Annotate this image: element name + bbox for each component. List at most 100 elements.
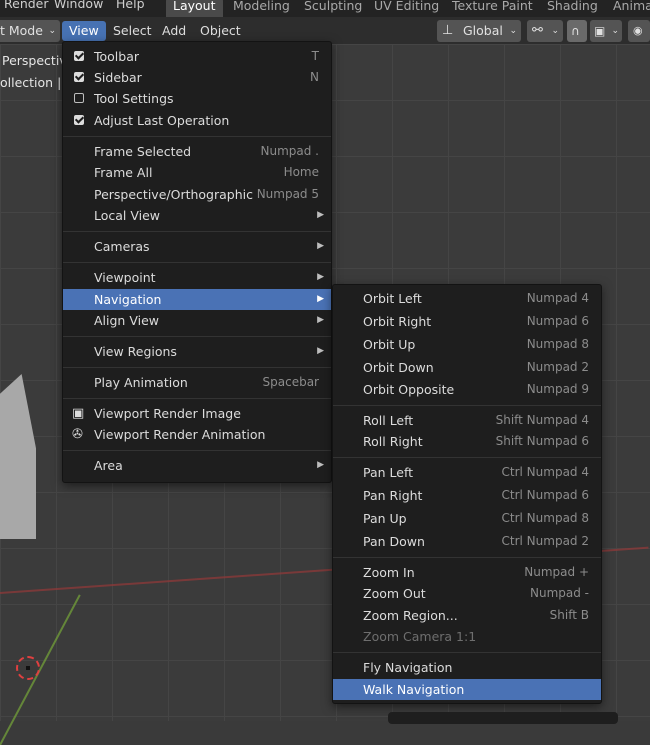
menu-help[interactable]: Help xyxy=(116,0,145,11)
checkbox-checked-icon[interactable] xyxy=(74,51,84,61)
menu-item-tool-settings[interactable]: Tool Settings xyxy=(63,88,331,109)
checkbox-unchecked-icon[interactable] xyxy=(74,93,84,103)
menu-item-label: Play Animation xyxy=(94,375,188,390)
menu-item-viewport-render-image[interactable]: ▣ Viewport Render Image xyxy=(63,403,331,424)
shortcut-label: Numpad 5 xyxy=(256,187,319,201)
transform-orientation-dropdown[interactable]: ⊥ Global ⌄ xyxy=(437,20,521,42)
workspace-tab-uv-editing[interactable]: UV Editing xyxy=(367,0,446,17)
shortcut-label: Shift Numpad 6 xyxy=(495,434,589,448)
menu-item-frame-all[interactable]: Frame All Home xyxy=(63,162,331,183)
object-menu-button[interactable]: Object xyxy=(193,21,248,41)
menu-item-zoom-in[interactable]: Zoom In Numpad + xyxy=(333,562,601,583)
menu-item-view-regions[interactable]: View Regions ▶ xyxy=(63,341,331,362)
menu-item-navigation[interactable]: Navigation ▶ xyxy=(63,289,331,310)
cube-object[interactable] xyxy=(0,374,36,539)
menu-item-label: Zoom In xyxy=(363,565,415,580)
menu-item-label: Frame Selected xyxy=(94,144,192,159)
menu-item-orbit-left[interactable]: Orbit Left Numpad 4 xyxy=(333,288,601,309)
menu-item-roll-right[interactable]: Roll Right Shift Numpad 6 xyxy=(333,431,601,452)
menu-item-label: Fly Navigation xyxy=(363,660,453,675)
viewport-header: t Mode ⌄ View Select Add Object ⊥ Global… xyxy=(0,17,650,44)
menu-item-label: Align View xyxy=(94,313,159,328)
menu-item-label: Orbit Opposite xyxy=(363,382,455,397)
snap-target-dropdown[interactable]: ▣ ⌄ xyxy=(590,20,622,42)
menu-separator xyxy=(63,262,331,263)
mode-label: t Mode xyxy=(0,23,43,38)
workspace-tab-sculpting[interactable]: Sculpting xyxy=(297,0,369,17)
menu-item-label: Pan Right xyxy=(363,488,423,503)
y-axis-line xyxy=(0,594,81,745)
orientation-label: Global xyxy=(463,23,503,38)
menu-item-label: Local View xyxy=(94,208,161,223)
checkbox-checked-icon[interactable] xyxy=(74,115,84,125)
magnet-icon: ∩ xyxy=(571,24,580,38)
menu-item-viewpoint[interactable]: Viewpoint ▶ xyxy=(63,267,331,288)
menu-item-pan-up[interactable]: Pan Up Ctrl Numpad 8 xyxy=(333,508,601,529)
menu-item-orbit-up[interactable]: Orbit Up Numpad 8 xyxy=(333,334,601,355)
orientation-axes-icon: ⊥ xyxy=(442,23,454,38)
menu-item-zoom-out[interactable]: Zoom Out Numpad - xyxy=(333,583,601,604)
chevron-down-icon: ⌄ xyxy=(551,26,559,36)
menu-item-zoom-camera: Zoom Camera 1:1 xyxy=(333,626,601,647)
menu-item-orbit-right[interactable]: Orbit Right Numpad 6 xyxy=(333,311,601,332)
menu-item-label: Pan Down xyxy=(363,534,425,549)
menu-item-label: Sidebar xyxy=(94,70,142,85)
shortcut-label: Spacebar xyxy=(262,375,319,389)
view-menu-button[interactable]: View xyxy=(62,21,106,41)
workspace-tab-texture-paint[interactable]: Texture Paint xyxy=(445,0,540,17)
shortcut-label: Numpad 4 xyxy=(526,291,589,305)
snap-toggle[interactable]: ∩ xyxy=(567,20,587,42)
proportional-editing-toggle[interactable]: ◉ xyxy=(628,20,650,42)
menu-item-label: Orbit Right xyxy=(363,314,432,329)
menu-item-label: Orbit Left xyxy=(363,291,422,306)
workspace-tab-layout[interactable]: Layout xyxy=(166,0,223,17)
menu-separator xyxy=(63,398,331,399)
checkbox-checked-icon[interactable] xyxy=(74,72,84,82)
menu-item-area[interactable]: Area ▶ xyxy=(63,455,331,476)
menu-item-label: Viewport Render Image xyxy=(94,406,241,421)
select-menu-button[interactable]: Select xyxy=(106,21,159,41)
submenu-arrow-icon: ▶ xyxy=(317,346,324,356)
shortcut-label: Numpad + xyxy=(524,565,589,579)
submenu-arrow-icon: ▶ xyxy=(317,241,324,251)
menu-item-pan-left[interactable]: Pan Left Ctrl Numpad 4 xyxy=(333,462,601,483)
workspace-tab-modeling[interactable]: Modeling xyxy=(226,0,297,17)
menu-item-perspective-orthographic[interactable]: Perspective/Orthographic Numpad 5 xyxy=(63,184,331,205)
menu-item-toolbar[interactable]: Toolbar T xyxy=(63,46,331,67)
menu-item-label: Roll Right xyxy=(363,434,423,449)
submenu-arrow-icon: ▶ xyxy=(317,294,324,304)
menu-item-walk-navigation[interactable]: Walk Navigation xyxy=(333,679,601,700)
shortcut-label: Shift Numpad 4 xyxy=(495,413,589,427)
add-menu-button[interactable]: Add xyxy=(155,21,193,41)
menu-item-viewport-render-animation[interactable]: ✇ Viewport Render Animation xyxy=(63,424,331,445)
menu-item-roll-left[interactable]: Roll Left Shift Numpad 4 xyxy=(333,410,601,431)
circle-dot-icon: ◉ xyxy=(633,24,643,37)
menu-render[interactable]: Render xyxy=(4,0,49,11)
menu-window[interactable]: Window xyxy=(54,0,103,11)
menu-item-pan-right[interactable]: Pan Right Ctrl Numpad 6 xyxy=(333,485,601,506)
film-reel-icon: ✇ xyxy=(72,427,83,442)
snap-target-icon: ▣ xyxy=(594,24,606,38)
menu-item-label: Orbit Down xyxy=(363,360,434,375)
menu-item-align-view[interactable]: Align View ▶ xyxy=(63,310,331,331)
menu-item-cameras[interactable]: Cameras ▶ xyxy=(63,236,331,257)
menu-item-fly-navigation[interactable]: Fly Navigation xyxy=(333,657,601,678)
mode-selector[interactable]: t Mode ⌄ xyxy=(0,20,60,42)
menu-item-local-view[interactable]: Local View ▶ xyxy=(63,205,331,226)
menu-item-adjust-last-operation[interactable]: Adjust Last Operation xyxy=(63,110,331,131)
menu-item-pan-down[interactable]: Pan Down Ctrl Numpad 2 xyxy=(333,531,601,552)
3d-cursor-icon[interactable] xyxy=(16,656,40,680)
menu-item-play-animation[interactable]: Play Animation Spacebar xyxy=(63,372,331,393)
menu-separator xyxy=(333,457,601,458)
workspace-tab-animation[interactable]: Animati xyxy=(606,0,650,17)
render-image-icon: ▣ xyxy=(72,406,85,421)
menu-item-label: Toolbar xyxy=(94,49,140,64)
menu-separator xyxy=(63,367,331,368)
menu-item-zoom-region[interactable]: Zoom Region... Shift B xyxy=(333,605,601,626)
pivot-point-dropdown[interactable]: ⚯ ⌄ xyxy=(527,20,563,42)
menu-item-orbit-opposite[interactable]: Orbit Opposite Numpad 9 xyxy=(333,379,601,400)
workspace-tab-shading[interactable]: Shading xyxy=(540,0,605,17)
menu-item-orbit-down[interactable]: Orbit Down Numpad 2 xyxy=(333,357,601,378)
menu-item-sidebar[interactable]: Sidebar N xyxy=(63,67,331,88)
menu-item-frame-selected[interactable]: Frame Selected Numpad . xyxy=(63,141,331,162)
